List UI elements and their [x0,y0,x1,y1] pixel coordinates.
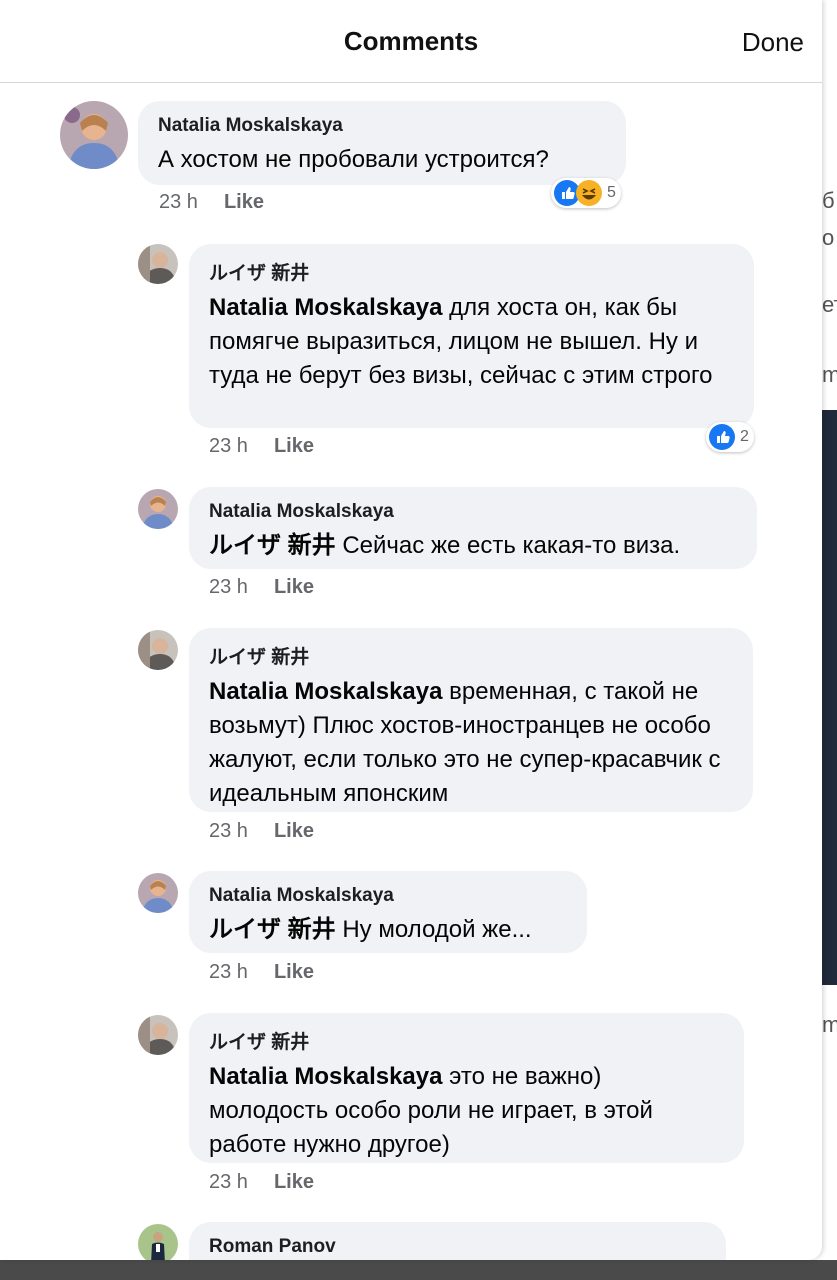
comment-bubble: ルイザ 新井 Natalia Moskalskaya временная, с … [189,628,753,812]
reaction-summary[interactable]: 2 [706,422,754,452]
page-title: Comments [343,26,479,56]
comment-bubble: Natalia Moskalskaya ルイザ 新井 Ну молодой же… [189,871,587,953]
comment-text: Natalia Moskalskaya это не важно) молодо… [209,1060,724,1162]
comment-author[interactable]: ルイザ 新井 [209,1027,724,1054]
background-text-fragment: б [822,188,835,213]
comment-bubble: ルイザ 新井 Natalia Moskalskaya это не важно)… [189,1013,744,1163]
like-button[interactable]: Like [274,576,314,598]
reaction-count: 2 [740,428,749,445]
comment-timestamp: 23 h [209,1171,248,1193]
comment-author[interactable]: Natalia Moskalskaya [158,115,606,137]
like-button[interactable]: Like [274,961,314,983]
reaction-count: 5 [607,184,616,201]
mention-link[interactable]: Natalia Moskalskaya [209,1063,442,1090]
avatar-natalia[interactable] [138,489,178,529]
comment-bubble: Natalia Moskalskaya ルイザ 新井 Сейчас же ест… [189,487,757,569]
avatar-roman[interactable] [138,1224,178,1260]
avatar-luiza[interactable] [138,630,178,670]
like-button[interactable]: Like [274,435,314,457]
comment-meta: 23 h Like [209,1171,314,1194]
like-button[interactable]: Like [274,820,314,842]
avatar-luiza[interactable] [138,1015,178,1055]
comment-author[interactable]: Natalia Moskalskaya [209,885,567,907]
like-button[interactable]: Like [224,191,264,213]
comment-bubble: ルイザ 新井 Natalia Moskalskaya для хоста он,… [189,244,754,428]
comment-timestamp: 23 h [159,191,198,213]
comment-text: ルイザ 新井 Сейчас же есть какая-то виза. [209,529,737,563]
background-text-fragment: ет [822,292,837,317]
comment-timestamp: 23 h [209,576,248,598]
haha-reaction-icon [576,180,602,206]
comment-meta: 23 h Like [209,435,314,458]
reaction-summary[interactable]: 5 [551,178,621,208]
comment-author[interactable]: ルイザ 新井 [209,642,733,669]
mention-link[interactable]: ルイザ 新井 [209,532,336,559]
comment-meta: 23 h Like [209,576,314,599]
background-text-fragment: m [822,1012,837,1037]
comment-author[interactable]: ルイザ 新井 [209,258,734,285]
done-button[interactable]: Done [742,27,804,58]
comment-text: ルイザ 新井 Ну молодой же... [209,913,567,947]
comment-body: А хостом не пробовали устроится? [158,146,549,173]
like-button[interactable]: Like [274,1171,314,1193]
mention-link[interactable]: Natalia Moskalskaya [209,678,442,705]
like-reaction-icon [709,424,735,450]
comment-timestamp: 23 h [209,435,248,457]
mention-link[interactable]: ルイザ 新井 [209,916,336,943]
comment-text: А хостом не пробовали устроится? [158,143,606,177]
comment-timestamp: 23 h [209,961,248,983]
comments-header: Comments Done [0,0,822,83]
comment-timestamp: 23 h [209,820,248,842]
comments-sheet: Comments Done Natalia Moskalskaya А хост… [0,0,822,1260]
comment-author[interactable]: Roman Panov [209,1236,706,1258]
avatar-natalia[interactable] [138,873,178,913]
comment-body: Ну молодой же... [342,916,532,943]
comment-author[interactable]: Natalia Moskalskaya [209,501,737,523]
background-bottom [0,1260,837,1280]
comment-text: Natalia Moskalskaya временная, с такой н… [209,675,733,811]
avatar-natalia[interactable] [60,101,128,169]
background-text-fragment: о [822,225,835,250]
comment-meta: 23 h Like [209,820,314,843]
comment-body: Сейчас же есть какая-то виза. [342,532,681,559]
comment-bubble: Roman Panov [189,1222,726,1260]
mention-link[interactable]: Natalia Moskalskaya [209,294,442,321]
comment-meta: 23 h Like [159,191,264,214]
comment-text: Natalia Moskalskaya для хоста он, как бы… [209,291,734,393]
avatar-luiza[interactable] [138,244,178,284]
background-text-fragment: m [822,362,837,387]
comment-bubble: Natalia Moskalskaya А хостом не пробовал… [138,101,626,185]
comment-meta: 23 h Like [209,961,314,984]
